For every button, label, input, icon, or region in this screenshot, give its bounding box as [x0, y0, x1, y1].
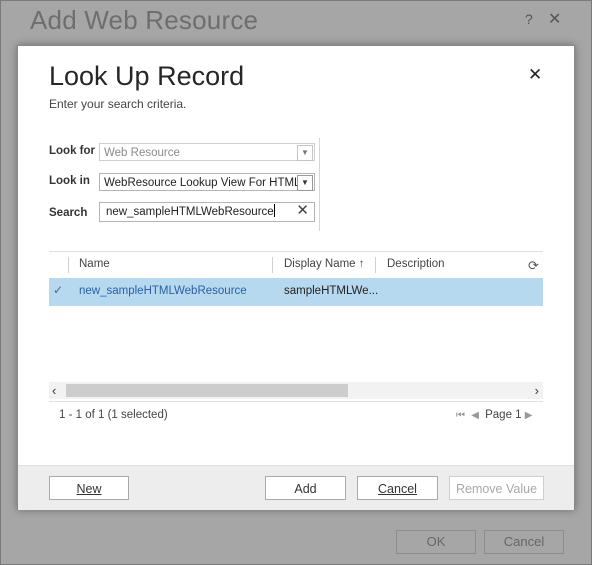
grid-header: Name Display Name ↑ Description ⟳ — [49, 252, 543, 279]
column-header-description[interactable]: Description — [387, 258, 445, 270]
look-for-label: Look for — [49, 145, 95, 157]
lookup-dialog: Look Up Record Enter your search criteri… — [17, 45, 575, 510]
text-caret — [273, 204, 275, 217]
pager: ⏮ ◀ Page 1 ▶ — [456, 409, 535, 421]
look-in-value: WebResource Lookup View For HTML — [104, 177, 301, 189]
record-count: 1 - 1 of 1 (1 selected) — [59, 409, 168, 421]
refresh-icon[interactable]: ⟳ — [528, 258, 539, 274]
cancel-button[interactable]: Cancel — [357, 476, 438, 500]
check-icon[interactable]: ✓ — [53, 283, 63, 297]
dialog-close-icon[interactable]: ✕ — [528, 65, 542, 85]
search-label: Search — [49, 207, 88, 219]
new-button-label: New — [76, 482, 102, 496]
page-number: Page 1 — [485, 409, 522, 421]
scroll-right-icon[interactable]: › — [535, 382, 539, 399]
close-icon[interactable]: ✕ — [548, 9, 561, 29]
background-window-title: Add Web Resource — [30, 5, 259, 35]
next-page-icon[interactable]: ▶ — [525, 410, 533, 421]
help-icon[interactable]: ? — [525, 11, 533, 27]
clear-search-icon[interactable]: ✕ — [296, 202, 309, 220]
column-separator — [68, 257, 69, 273]
first-page-icon[interactable]: ⏮ — [456, 410, 465, 421]
ok-button[interactable]: OK — [396, 530, 476, 554]
scroll-left-icon[interactable]: ‹ — [52, 382, 56, 399]
look-for-select: Web Resource ▼ — [99, 143, 315, 161]
look-for-value: Web Resource — [104, 147, 180, 159]
dialog-title: Look Up Record — [49, 61, 245, 91]
column-header-name[interactable]: Name — [79, 258, 110, 270]
new-button[interactable]: New — [49, 476, 129, 500]
dialog-subtitle: Enter your search criteria. — [49, 97, 187, 111]
row-name-link[interactable]: new_sampleHTMLWebResource — [79, 285, 247, 297]
cancel-button-label: Cancel — [378, 482, 417, 496]
look-in-select[interactable]: WebResource Lookup View For HTML ▼ — [99, 173, 315, 191]
previous-page-icon[interactable]: ◀ — [471, 410, 479, 421]
chevron-down-icon: ▼ — [297, 145, 313, 161]
look-in-label: Look in — [49, 175, 90, 187]
column-header-display-name[interactable]: Display Name ↑ — [284, 258, 365, 270]
remove-value-button[interactable]: Remove Value — [449, 476, 544, 500]
chevron-down-icon[interactable]: ▼ — [297, 175, 313, 191]
table-row[interactable]: ✓ new_sampleHTMLWebResource sampleHTMLWe… — [49, 278, 543, 306]
horizontal-scrollbar[interactable]: ‹ › — [49, 382, 543, 399]
sort-ascending-icon: ↑ — [358, 258, 365, 270]
pager-divider — [49, 401, 543, 402]
background-cancel-button[interactable]: Cancel — [484, 530, 564, 554]
form-divider — [319, 138, 320, 231]
add-button[interactable]: Add — [265, 476, 346, 500]
dialog-footer: New Add Cancel Remove Value — [18, 465, 574, 510]
column-separator — [272, 257, 273, 273]
search-input[interactable]: new_sampleHTMLWebResource ✕ — [99, 202, 315, 222]
column-separator — [375, 257, 376, 273]
display-name-label: Display Name — [284, 258, 356, 270]
row-display-name: sampleHTMLWe... — [284, 285, 379, 297]
scrollbar-thumb[interactable] — [66, 384, 348, 397]
search-input-value: new_sampleHTMLWebResource — [106, 206, 274, 218]
